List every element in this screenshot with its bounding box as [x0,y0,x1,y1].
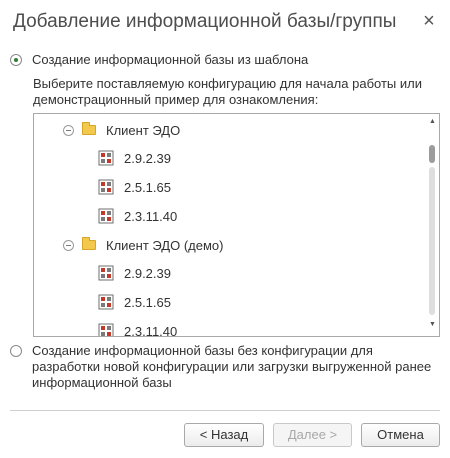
radio-from-template[interactable] [10,54,22,66]
option-from-template[interactable]: Создание информационной базы из шаблона [10,52,308,68]
footer-divider [10,410,440,411]
close-icon[interactable]: × [420,11,438,31]
option-empty-base[interactable]: Создание информационной базы без конфигу… [10,343,440,391]
configuration-icon [98,265,114,281]
configuration-icon [98,150,114,166]
tree-group-label: Клиент ЭДО [106,122,181,138]
configuration-icon [98,208,114,224]
tree-group-row[interactable]: Клиент ЭДО [34,119,426,141]
collapse-icon[interactable] [63,124,74,136]
tree-item-row[interactable]: 2.3.11.40 [34,320,426,337]
scroll-up-arrow-icon[interactable]: ▲ [427,117,438,127]
configuration-icon [98,323,114,336]
configuration-icon [98,179,114,195]
cancel-button[interactable]: Отмена [361,423,440,447]
tree-item-label: 2.5.1.65 [124,179,171,195]
tree-item-label: 2.3.11.40 [124,323,178,337]
tree-item-label: 2.3.11.40 [124,208,178,224]
dialog-title: Добавление информационной базы/группы [13,11,397,32]
configuration-icon [98,294,114,310]
next-button[interactable]: Далее > [273,423,352,447]
option-empty-base-label: Создание информационной базы без конфигу… [32,343,432,390]
scrollbar-thumb[interactable] [429,145,435,163]
scrollbar-track[interactable] [429,167,435,315]
tree-item-row[interactable]: 2.3.11.40 [34,205,426,227]
template-tree[interactable]: Клиент ЭДО 2.9.2.39 2.5.1.65 2.3.11.40 К… [33,113,440,337]
tree-scrollbar[interactable]: ▲ ▼ [427,115,438,335]
back-button[interactable]: < Назад [184,423,264,447]
collapse-icon[interactable] [63,239,74,251]
tree-group-label: Клиент ЭДО (демо) [106,237,224,253]
tree-item-row[interactable]: 2.5.1.65 [34,291,426,313]
radio-empty-base[interactable] [10,345,22,357]
tree-item-row[interactable]: 2.9.2.39 [34,147,426,169]
tree-group-row[interactable]: Клиент ЭДО (демо) [34,234,426,256]
scroll-down-arrow-icon[interactable]: ▼ [427,320,438,330]
tree-item-row[interactable]: 2.9.2.39 [34,262,426,284]
tree-item-row[interactable]: 2.5.1.65 [34,176,426,198]
tree-item-label: 2.5.1.65 [124,294,171,310]
tree-item-label: 2.9.2.39 [124,265,171,281]
tree-item-label: 2.9.2.39 [124,150,171,166]
option-from-template-label: Создание информационной базы из шаблона [32,52,309,67]
folder-icon [82,122,96,135]
template-hint: Выберите поставляемую конфигурацию для н… [33,76,422,107]
folder-icon [82,237,96,250]
